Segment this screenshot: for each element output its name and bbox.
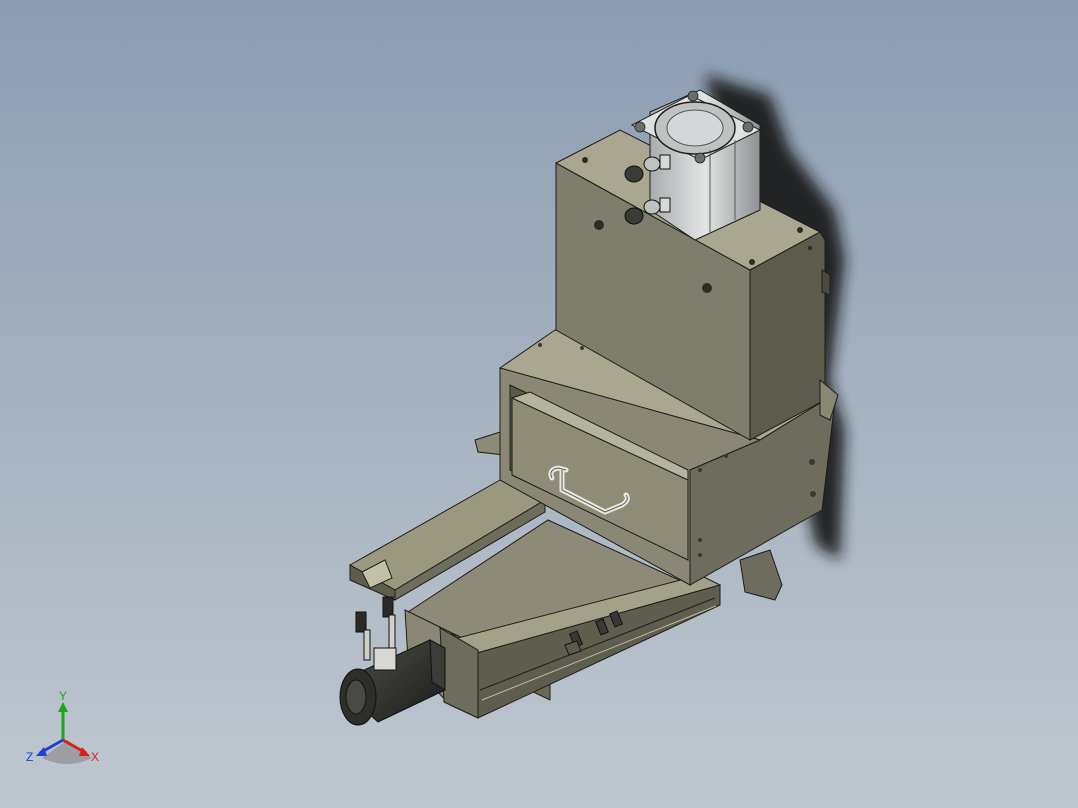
cad-model-view[interactable] [0,0,1078,808]
motor-connectors [355,596,397,671]
y-axis-label: Y [59,690,67,703]
support-foot [739,549,783,601]
z-axis-label: Z [26,750,33,764]
x-axis-label: X [91,750,99,764]
y-axis-arrow-icon [58,702,68,712]
view-orientation-triad[interactable]: Y X Z [22,690,112,775]
graphics-viewport[interactable]: Y X Z [0,0,1078,808]
